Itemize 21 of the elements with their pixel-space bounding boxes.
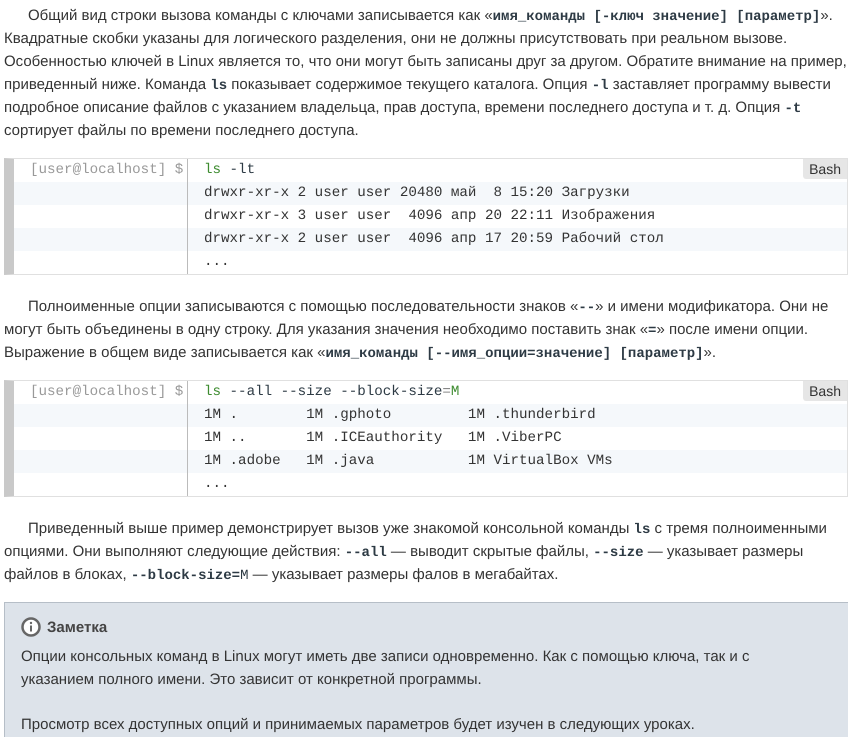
output-line: 1M .adobe 1M .java 1M VirtualBox VMs [204,453,613,469]
paragraph: Полноименные опции записываются с помощью последовательности знаков «--» и имени модификатора. Они не могут быть объединены в одну строку. Для указания значения необходимо поставить знак «=» после имени опции. Выражение в общем виде записывается как «имя_команды [--имя_опции=значение] [параметр]». [4,297,830,364]
language-badge: Bash [803,381,847,401]
command-line: ls --all --size --block-size=M [204,384,460,400]
output-line: drwxr-xr-x 2 user user 4096 апр 17 20:59 Рабочий стол [204,231,664,247]
shell-prompt: [user@localhost] $ [30,384,184,400]
paragraph: Общий вид строки вызова команды с ключами записывается как «имя_команды [-ключ значение] [параметр]». Квадратные скобки указаны для логического разделения, они не должны присутствовать при реальном вызове. Особенностью ключей в Linux является то, что они могут быть записаны друг за другом. Обратите внимание на пример, приведенный ниже. Команда ls показывает содержимое текущего каталога. Опция -l заставляет программу вывести подробное описание файлов с указанием владельца, прав доступа, времени последнего доступа и т. д. Опция -t сортирует файлы по времени последнего доступа. [4,6,848,141]
output-line: drwxr-xr-x 3 user user 4096 апр 20 22:11 Изображения [204,208,656,224]
command-line: ls -lt [204,162,256,178]
note-text: Опции консольных команд в Linux могут иметь две записи одновременно. Как с помощью ключа, так и с указанием полного имени. Это зависит от конкретной программы. [21,647,750,690]
output-line: 1M .. 1M .ICEauthority 1M .ViberPC [204,430,562,446]
note-text: Просмотр всех доступных опций и принимаемых параметров будет изучен в следующих уроках. [21,715,696,735]
output-line: ... [204,476,230,492]
info-icon [21,617,41,637]
paragraph: Приведенный выше пример демонстрирует вызов уже знакомой консольной команды ls с тремя полноименными опциями. Они выполняют следующие действия: --all — выводит скрытые файлы, --size — указывает размеры файлов в блоках, --block-size=M — указывает размеры фалов в мегабайтах. [4,519,828,586]
output-line: ... [204,254,230,270]
output-line: 1M . 1M .gphoto 1M .thunderbird [204,407,596,423]
language-badge: Bash [803,159,847,179]
note-title: Заметка [47,618,108,636]
output-line: drwxr-xr-x 2 user user 20480 май 8 15:20 Загрузки [204,185,630,201]
shell-prompt: [user@localhost] $ [30,162,184,178]
